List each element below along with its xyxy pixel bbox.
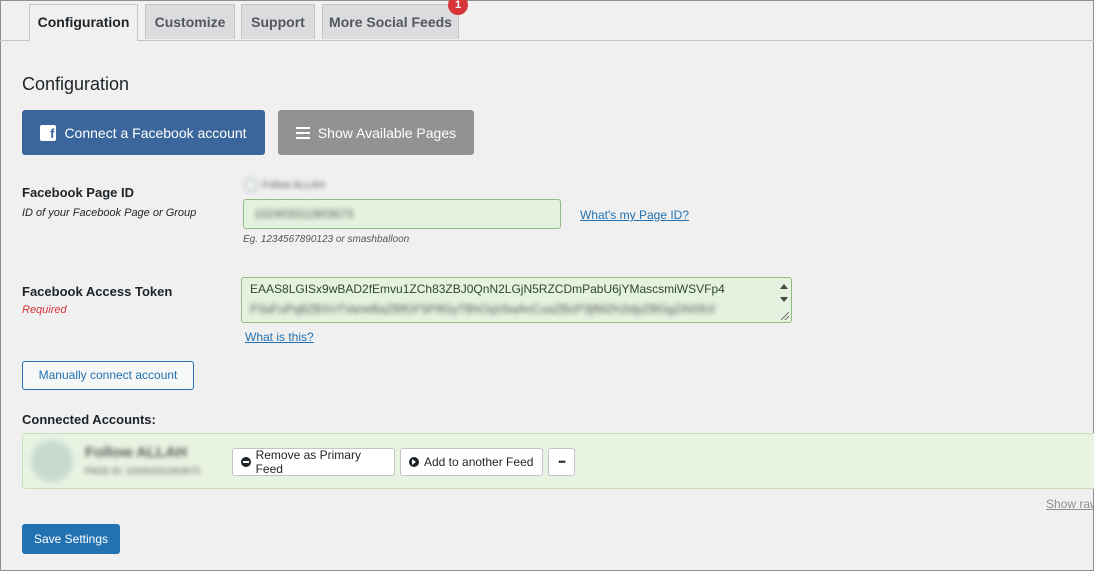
notification-badge: 1 <box>448 0 468 15</box>
page-avatar-icon <box>244 178 258 192</box>
account-id: PAGE ID: 102403311903673 <box>85 466 201 476</box>
required-indicator: Required <box>22 304 67 316</box>
add-to-feed-button[interactable]: Add to another Feed <box>400 448 543 476</box>
connect-facebook-button[interactable]: f Connect a Facebook account <box>22 110 265 155</box>
add-to-feed-label: Add to another Feed <box>424 455 534 469</box>
show-raw-link[interactable]: Show raw <box>1046 497 1094 511</box>
scroll-up-icon[interactable] <box>780 284 788 289</box>
connected-accounts-heading: Connected Accounts: <box>22 412 156 427</box>
account-avatar <box>31 440 73 482</box>
tab-more-social-feeds[interactable]: More Social Feeds 1 <box>322 0 468 39</box>
access-token-line2: P3aFuPq8ZBXnTVaneBaZBfGF5P9GyTBhOqVbaAnC… <box>250 302 716 316</box>
page-id-label: Facebook Page ID <box>22 185 134 200</box>
account-name: Follow ALLAH <box>85 444 187 461</box>
page-id-description: ID of your Facebook Page or Group <box>22 207 197 219</box>
remove-primary-feed-button[interactable]: Remove as Primary Feed <box>232 448 395 476</box>
scroll-down-icon[interactable] <box>780 297 788 302</box>
page-name-hint: Follow ALLAH <box>244 178 325 192</box>
access-token-textarea[interactable]: EAAS8LGISx9wBAD2fEmvu1ZCh83ZBJ0QnN2LGjN5… <box>241 277 792 323</box>
section-title: Configuration <box>22 74 130 94</box>
list-icon <box>295 126 310 139</box>
connect-facebook-label: Connect a Facebook account <box>64 124 247 141</box>
show-pages-label: Show Available Pages <box>317 124 457 141</box>
tab-customize[interactable]: Customize <box>145 4 235 39</box>
whats-my-page-id-link[interactable]: What's my Page ID? <box>580 208 689 222</box>
access-token-label: Facebook Access Token <box>22 284 173 299</box>
what-is-this-link[interactable]: What is this? <box>245 330 314 344</box>
arrow-circle-icon <box>409 457 419 467</box>
tab-bar: Configuration Customize Support More Soc… <box>0 0 1094 41</box>
more-options-button[interactable]: ••• <box>548 448 575 476</box>
tab-support[interactable]: Support <box>241 4 315 39</box>
remove-primary-feed-label: Remove as Primary Feed <box>255 448 361 476</box>
manual-connect-button[interactable]: Manually connect account <box>22 361 194 390</box>
show-pages-button[interactable]: Show Available Pages <box>278 110 474 155</box>
ellipsis-icon: ••• <box>558 457 566 467</box>
minus-circle-icon <box>241 457 251 467</box>
tab-more-social-feeds-label: More Social Feeds <box>329 14 452 30</box>
page-name-hint-text: Follow ALLAH <box>262 179 325 191</box>
save-settings-button[interactable]: Save Settings <box>22 524 120 554</box>
facebook-icon: f <box>40 124 57 141</box>
page-id-value: 102403311903673 <box>254 207 354 221</box>
page-id-example: Eg. 1234567890123 or smashballoon <box>243 234 410 245</box>
connected-account-row: Follow ALLAH PAGE ID: 102403311903673 Re… <box>22 433 1094 489</box>
page-id-input[interactable]: 102403311903673 <box>243 199 561 229</box>
access-token-line1: EAAS8LGISx9wBAD2fEmvu1ZCh83ZBJ0QnN2LGjN5… <box>250 282 725 296</box>
tab-configuration[interactable]: Configuration <box>29 4 138 41</box>
resize-handle-icon[interactable] <box>781 312 789 320</box>
